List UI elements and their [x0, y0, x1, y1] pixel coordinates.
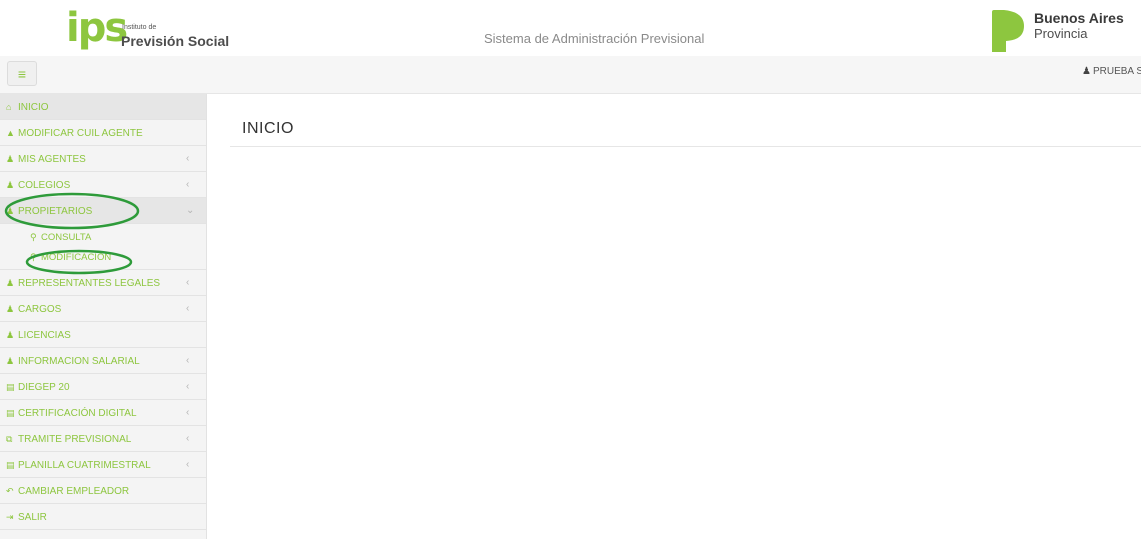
- menu-toggle-button[interactable]: ≡: [7, 61, 37, 86]
- sidebar-item-label: MIS AGENTES: [18, 154, 86, 165]
- sidebar-item-tramite-previsional[interactable]: ⧉ TRAMITE PREVISIONAL ‹: [0, 426, 206, 452]
- sidebar-item-propietarios[interactable]: ♟ PROPIETARIOS ⌄: [0, 198, 206, 224]
- sidebar-item-diegep-20[interactable]: ▤ DIEGEP 20 ‹: [0, 374, 206, 400]
- submenu-item-consulta[interactable]: ⚲ CONSULTA: [0, 227, 206, 247]
- app-title: Sistema de Administración Previsional: [484, 31, 705, 46]
- sign-out-icon: ⇥: [6, 512, 14, 522]
- search-icon: ⚲: [30, 252, 37, 262]
- chevron-left-icon: ‹: [186, 459, 190, 470]
- sidebar-item-label: INFORMACION SALARIAL: [18, 356, 140, 367]
- sidebar-item-informacion-salarial[interactable]: ♟ INFORMACION SALARIAL ‹: [0, 348, 206, 374]
- sidebar-item-label: DIEGEP 20: [18, 382, 70, 393]
- search-icon: ⚲: [30, 232, 37, 242]
- ips-logo-small-text: Instituto de: [122, 24, 157, 31]
- user-icon: ♟: [6, 154, 15, 164]
- document-icon: ▤: [6, 460, 15, 470]
- submenu-item-modificacion[interactable]: ⚲ MODIFICACIÓN: [0, 247, 206, 267]
- sidebar-item-planilla-cuatrimestral[interactable]: ▤ PLANILLA CUATRIMESTRAL ‹: [0, 452, 206, 478]
- province-name: Buenos Aires: [1034, 10, 1124, 26]
- submenu-item-label: MODIFICACIÓN: [41, 252, 112, 263]
- sidebar-item-certificacion-digital[interactable]: ▤ CERTIFICACIÓN DIGITAL ‹: [0, 400, 206, 426]
- chevron-left-icon: ‹: [186, 153, 190, 164]
- propietarios-submenu: ⚲ CONSULTA ⚲ MODIFICACIÓN: [0, 224, 206, 270]
- document-icon: ▤: [6, 408, 15, 418]
- user-icon: ♟: [6, 206, 15, 216]
- user-icon: ♟: [6, 180, 15, 190]
- chevron-left-icon: ‹: [186, 179, 190, 190]
- sidebar-item-colegios[interactable]: ♟ COLEGIOS ‹: [0, 172, 206, 198]
- toolbar: ≡ ♟PRUEBA SA: [0, 56, 1141, 94]
- sidebar-item-label: CAMBIAR EMPLEADOR: [18, 486, 130, 497]
- sidebar-item-label: TRAMITE PREVISIONAL: [18, 434, 132, 445]
- buenos-aires-logo-icon: [992, 10, 1024, 52]
- user-icon: ♟: [6, 330, 15, 340]
- sidebar-item-cargos[interactable]: ♟ CARGOS ‹: [0, 296, 206, 322]
- submenu-item-label: CONSULTA: [41, 232, 92, 243]
- sidebar-item-cambiar-empleador[interactable]: ↶ CAMBIAR EMPLEADOR: [0, 478, 206, 504]
- hamburger-icon: ≡: [17, 66, 27, 82]
- user-menu[interactable]: ♟PRUEBA SA: [1082, 66, 1141, 77]
- header: ips Instituto de Previsión Social Sistem…: [0, 0, 1141, 56]
- sidebar-item-label: INICIO: [18, 102, 49, 113]
- sidebar-item-modificar-cuil-agente[interactable]: ▲ MODIFICAR CUIL AGENTE: [0, 120, 206, 146]
- title-divider: [230, 146, 1141, 147]
- sidebar-item-label: PLANILLA CUATRIMESTRAL: [18, 460, 151, 471]
- sidebar-item-representantes-legales[interactable]: ♟ REPRESENTANTES LEGALES ‹: [0, 270, 206, 296]
- ips-logo-mark: ips: [66, 5, 128, 51]
- chevron-left-icon: ‹: [186, 303, 190, 314]
- user-icon: ♟: [1082, 66, 1091, 77]
- document-icon: ▤: [6, 382, 15, 392]
- page-title: INICIO: [242, 120, 294, 137]
- undo-arrow-icon: ↶: [6, 486, 14, 496]
- warning-icon: ▲: [6, 128, 15, 138]
- chevron-left-icon: ‹: [186, 433, 190, 444]
- chevron-left-icon: ‹: [186, 355, 190, 366]
- user-icon: ♟: [6, 356, 15, 366]
- sidebar-item-label: CERTIFICACIÓN DIGITAL: [18, 408, 137, 419]
- home-icon: ⌂: [6, 102, 12, 112]
- sidebar-item-label: PROPIETARIOS: [18, 206, 93, 217]
- sidebar-item-licencias[interactable]: ♟ LICENCIAS: [0, 322, 206, 348]
- chevron-down-icon: ⌄: [186, 205, 195, 216]
- user-icon: ♟: [6, 304, 15, 314]
- chevron-left-icon: ‹: [186, 277, 190, 288]
- chevron-left-icon: ‹: [186, 407, 190, 418]
- sidebar-item-label: SALIR: [18, 512, 47, 523]
- user-name: PRUEBA SA: [1092, 66, 1141, 77]
- province-label: Provincia: [1034, 26, 1088, 41]
- sidebar-item-label: LICENCIAS: [18, 330, 71, 341]
- sidebar-item-salir[interactable]: ⇥ SALIR: [0, 504, 206, 530]
- ips-logo-name: Previsión Social: [121, 33, 230, 49]
- sidebar: ⌂ INICIO ▲ MODIFICAR CUIL AGENTE ♟ MIS AGEN…: [0, 94, 207, 539]
- sidebar-item-label: COLEGIOS: [18, 180, 71, 191]
- sidebar-item-label: MODIFICAR CUIL AGENTE: [18, 128, 143, 139]
- sidebar-item-mis-agentes[interactable]: ♟ MIS AGENTES ‹: [0, 146, 206, 172]
- user-icon: ♟: [6, 278, 15, 288]
- chevron-left-icon: ‹: [186, 381, 190, 392]
- copy-document-icon: ⧉: [6, 434, 13, 444]
- sidebar-item-label: CARGOS: [18, 304, 62, 315]
- sidebar-item-inicio[interactable]: ⌂ INICIO: [0, 94, 206, 120]
- sidebar-item-label: REPRESENTANTES LEGALES: [18, 278, 161, 289]
